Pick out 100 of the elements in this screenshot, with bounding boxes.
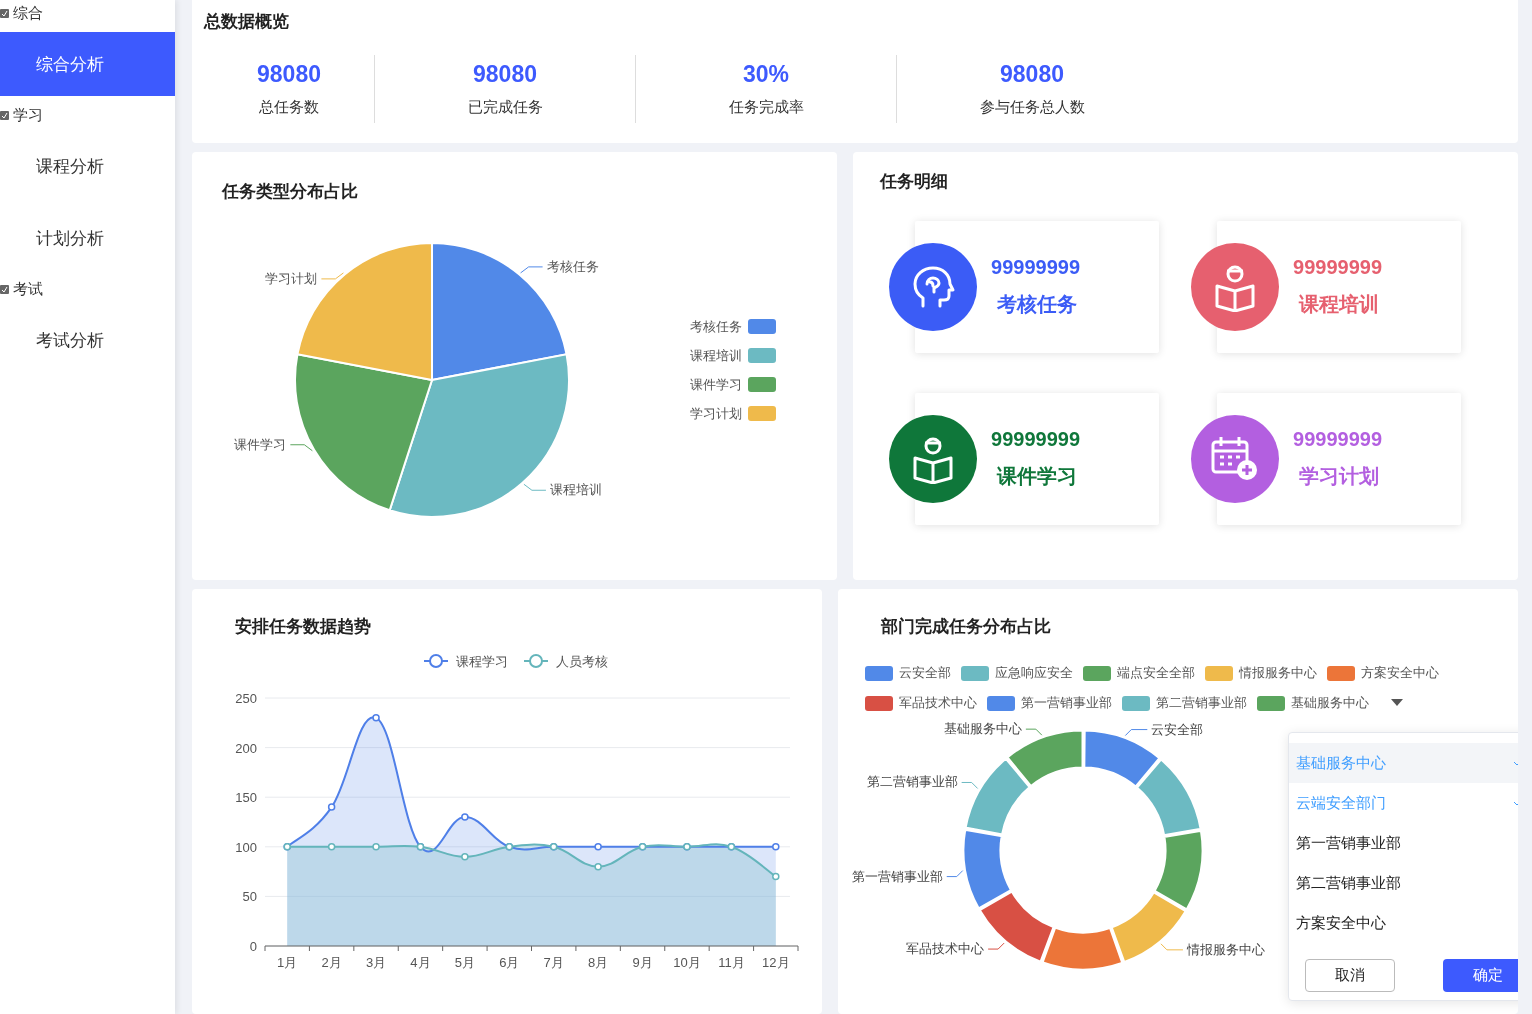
card-title: 部门完成任务分布占比: [879, 616, 1052, 638]
segment-label: 军品技术中心: [905, 941, 984, 957]
task-card[interactable]: 99999999 学习计划: [1217, 393, 1461, 525]
leader-line: [946, 870, 963, 878]
legend-label: 情报服务中心: [1238, 664, 1317, 682]
axis-tick-label: 9月: [632, 955, 653, 970]
legend-item[interactable]: 军品技术中心: [864, 694, 977, 712]
stat-label: 已完成任务: [467, 98, 543, 117]
data-point: [327, 843, 336, 851]
segment-label: 第二营销事业部: [866, 774, 958, 790]
legend-label: 第一营销事业部: [1020, 694, 1112, 712]
axis-tick-label: 50: [242, 889, 257, 905]
legend-label: 人员考核: [556, 654, 608, 669]
data-point: [461, 852, 469, 861]
stat-value: 98080: [1000, 61, 1064, 88]
leader-line: [987, 942, 1005, 950]
legend-label: 课程学习: [456, 654, 508, 669]
sidebar-item[interactable]: 计划分析: [0, 206, 175, 270]
group-label: 综合: [13, 3, 43, 23]
leader-line: [520, 266, 544, 274]
check-icon: [1512, 759, 1518, 767]
axis-tick-label: 5月: [454, 955, 475, 970]
axis-tick-label: 3月: [365, 955, 387, 970]
axis-tick-label: 250: [235, 691, 257, 706]
legend-item[interactable]: 情报服务中心: [1204, 664, 1317, 682]
axis-tick-label: 200: [235, 740, 257, 756]
segment-label: 第一营销事业部: [851, 868, 943, 884]
check-icon: [1512, 799, 1518, 807]
leader-line: [1160, 943, 1184, 951]
legend-item[interactable]: 第二营销事业部: [1121, 694, 1247, 712]
legend-item[interactable]: 云安全部: [864, 664, 951, 682]
card-title: 任务明细: [880, 171, 949, 193]
stat-value: 98080: [473, 61, 537, 88]
dropdown-option[interactable]: 方案安全中心: [1288, 903, 1518, 943]
legend-item[interactable]: 学习计划: [690, 404, 776, 423]
dropdown-option[interactable]: 第一营销事业部: [1288, 823, 1518, 863]
caret-icon[interactable]: [1390, 699, 1403, 707]
group-label: 考试: [13, 279, 43, 299]
segment-label: 云安全部: [1151, 721, 1204, 737]
data-point: [461, 813, 469, 821]
segment-label: 基础服务中心: [943, 721, 1022, 737]
card-title: 任务类型分布占比: [222, 181, 359, 203]
axis-tick-label: 12月: [762, 955, 790, 970]
leader-line: [289, 444, 313, 452]
data-point: [594, 862, 602, 871]
stat-value: 30%: [742, 61, 789, 88]
card-title: 安排任务数据趋势: [234, 616, 372, 638]
slice-label: 课件学习: [234, 437, 287, 452]
legend-label: 第二营销事业部: [1155, 694, 1247, 712]
legend-item[interactable]: 方案安全中心: [1326, 664, 1439, 682]
slice-label: 考核任务: [546, 259, 599, 274]
data-point: [372, 843, 380, 851]
segment-label: 情报服务中心: [1186, 941, 1265, 957]
leader-line: [1124, 729, 1148, 737]
sidebar-item[interactable]: 课程分析: [0, 134, 175, 198]
data-point: [327, 803, 336, 811]
axis-tick-label: 6月: [499, 955, 520, 970]
confirm-button[interactable]: 确定: [1442, 959, 1518, 992]
leader-line: [523, 483, 547, 491]
axis-tick-label: 100: [235, 839, 257, 855]
legend-item[interactable]: 端点安全全部: [1082, 664, 1195, 682]
axis-tick-label: 10月: [673, 955, 701, 970]
legend-item[interactable]: 应急响应安全: [960, 664, 1073, 682]
task-card[interactable]: 99999999 课件学习: [915, 393, 1159, 525]
legend-label: 端点安全全部: [1116, 664, 1195, 682]
card-title: 总数据概览: [204, 11, 290, 33]
leader-line: [320, 272, 344, 280]
data-point: [772, 843, 780, 851]
axis-tick-label: 7月: [543, 955, 564, 970]
data-point: [772, 872, 780, 881]
axis-tick-label: 1月: [277, 955, 298, 970]
leader-line: [960, 781, 978, 789]
axis-tick-label: 2月: [321, 955, 342, 970]
sidebar-item[interactable]: 考试分析: [0, 308, 175, 372]
legend-item[interactable]: 课程学习: [423, 654, 508, 669]
sidebar-item[interactable]: 综合分析: [0, 32, 175, 96]
legend-label: 军品技术中心: [898, 694, 977, 712]
cancel-button[interactable]: 取消: [1304, 959, 1395, 992]
legend-item[interactable]: 课程培训: [690, 346, 776, 365]
axis-tick-label: 150: [235, 790, 257, 806]
axis-tick-label: 4月: [410, 955, 431, 970]
slice-label: 课程培训: [549, 483, 602, 498]
stat-label: 任务完成率: [728, 98, 804, 117]
leader-line: [1025, 728, 1043, 736]
axis-tick-label: 0: [249, 939, 257, 954]
legend-item[interactable]: 基础服务中心: [1256, 694, 1369, 712]
legend-item[interactable]: 第一营销事业部: [986, 694, 1112, 712]
legend-label: 云安全部: [898, 664, 951, 682]
legend-item[interactable]: 考核任务: [690, 317, 776, 336]
group-label: 学习: [13, 105, 43, 125]
stat-label: 总任务数: [259, 98, 319, 117]
axis-tick-label: 11月: [718, 955, 745, 970]
legend-item[interactable]: 人员考核: [523, 654, 608, 669]
legend-item[interactable]: 课件学习: [690, 375, 776, 394]
dropdown-option[interactable]: 第二营销事业部: [1288, 863, 1518, 903]
task-card[interactable]: 99999999 考核任务: [915, 221, 1159, 353]
data-point: [594, 843, 602, 851]
legend-label: 方案安全中心: [1360, 664, 1439, 682]
axis-tick-label: 8月: [588, 955, 609, 970]
slice-label: 学习计划: [265, 271, 318, 286]
